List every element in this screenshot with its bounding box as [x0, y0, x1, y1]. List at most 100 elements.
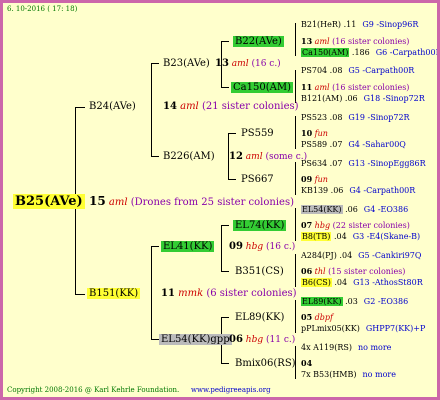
g3-node[interactable]: B351(CS)	[233, 266, 286, 277]
ancestor-mark: hbg	[312, 221, 331, 230]
ancestor-value: .07	[327, 159, 343, 168]
ancestor-ref: G4 -Sahar00Q	[348, 140, 406, 149]
ancestor-name: 13	[301, 36, 313, 46]
date-stamp: 6. 10-2016 ( 17: 18)	[7, 5, 78, 13]
ancestor-ref: no more	[362, 370, 396, 379]
g2-node[interactable]: EL41(KK)	[161, 241, 215, 252]
ancestor-ref: G9 -Sinop96R	[362, 20, 419, 29]
g3-node[interactable]: B22(AVe)	[233, 36, 284, 47]
ancestor-row[interactable]: 4x A119(RS) no more	[301, 343, 391, 352]
g2-info: 12 aml (some c.)	[229, 151, 308, 162]
ancestor-row[interactable]: 10 fun	[301, 128, 328, 138]
ancestor-name: 07	[301, 220, 313, 230]
pedigree-frame: 6. 10-2016 ( 17: 18) Copyright 2008-2016…	[0, 0, 440, 400]
ancestor-row[interactable]: PS523 .08 G19 -Sinop72R	[301, 113, 410, 122]
ancestor-row[interactable]: PS589 .07 G4 -Sahar00Q	[301, 140, 406, 149]
g2-node[interactable]: B23(AVe)	[161, 58, 212, 69]
ancestor-value: .06	[328, 186, 344, 195]
ancestor-name: 06	[301, 266, 313, 276]
ancestor-name: EL54(KK)	[301, 205, 343, 214]
ancestor-ref: G13 -SinopEgg86R	[348, 159, 426, 168]
g2-info: 09 hbg (16 c.)	[229, 241, 296, 252]
g2-info: 06 hbg (11 c.)	[229, 334, 296, 345]
g1-info: 11 mmk (6 sister colonies)	[161, 288, 297, 299]
ancestor-name: 09	[301, 174, 313, 184]
ancestor-name: pPLmix05(KK)	[301, 324, 360, 333]
g1-info: 14 aml (21 sister colonies)	[163, 101, 299, 112]
g1-note: (6 sister colonies)	[206, 288, 297, 299]
g3-node[interactable]: PS559	[239, 128, 276, 139]
ancestor-row[interactable]: 06 thl (15 sister colonies)	[301, 266, 405, 276]
g3-node[interactable]: Ca150(AM)	[231, 82, 293, 93]
ancestor-value: .186	[349, 48, 370, 57]
ancestor-value: .11	[341, 20, 357, 29]
website-link[interactable]: www.pedigreeapis.org	[191, 386, 271, 394]
ancestor-ref: G3 -E4(Skane-B)	[352, 232, 421, 241]
ancestor-value: .06	[342, 94, 358, 103]
ancestor-row[interactable]: 7x B53(HMB) no more	[301, 370, 396, 379]
ancestor-mark: aml	[312, 37, 330, 46]
ancestor-row[interactable]: 04	[301, 358, 312, 368]
g3-node[interactable]: Bmix06(RS)	[233, 358, 298, 369]
ancestor-row[interactable]: PS704 .08 G5 -Carpath00R	[301, 66, 414, 75]
g2-node[interactable]: B226(AM)	[161, 151, 217, 162]
ancestor-name: KB139	[301, 186, 329, 195]
ancestor-value: .04	[336, 251, 353, 260]
ancestor-mark: thl	[312, 267, 326, 276]
copyright: Copyright 2008-2016 @ Karl Kehrle Founda…	[7, 386, 180, 394]
ancestor-row[interactable]: B21(HeR) .11 G9 -Sinop96R	[301, 20, 418, 29]
ancestor-value: .06	[342, 205, 358, 214]
ancestor-ref: G13 -AthosSt80R	[353, 278, 423, 287]
ancestor-row[interactable]: PS634 .07 G13 -SinopEgg86R	[301, 159, 426, 168]
ancestor-name: 11	[301, 82, 313, 92]
ancestor-row[interactable]: KB139 .06 G4 -Carpath00R	[301, 186, 415, 195]
g1-note: (21 sister colonies)	[201, 101, 299, 112]
ancestor-row[interactable]: B6(CS) .04 G13 -AthosSt80R	[301, 278, 423, 287]
ancestor-ref: G4 -Carpath00R	[349, 186, 416, 195]
ancestor-mark: dbpf	[312, 313, 334, 322]
g1-node[interactable]: B151(KK)	[87, 288, 141, 299]
ancestor-name: PS589	[301, 140, 328, 149]
ancestor-name: B121(AM)	[301, 94, 343, 103]
ancestor-note: (15 sister colonies)	[325, 267, 406, 276]
ancestor-name: B21(HeR)	[301, 20, 342, 29]
ancestor-row[interactable]: 09 fun	[301, 174, 328, 184]
ancestor-mark: fun	[312, 175, 328, 184]
ancestor-row[interactable]: EL89(KK) .03 G2 -EO386	[301, 297, 408, 306]
root-gen: 15	[89, 194, 106, 208]
ancestor-value: .04	[331, 232, 347, 241]
g3-node[interactable]: EL89(KK)	[233, 312, 286, 323]
g3-node[interactable]: PS667	[239, 174, 276, 185]
g3-node[interactable]: EL74(KK)	[233, 220, 287, 231]
g1-gen: 14	[163, 101, 177, 112]
ancestor-ref: GHPP7(KK)+P	[365, 324, 426, 333]
ancestor-ref: G2 -EO386	[363, 297, 409, 306]
ancestor-row[interactable]: pPLmix05(KK) GHPP7(KK)+P	[301, 324, 425, 333]
ancestor-row[interactable]: 07 hbg (22 sister colonies)	[301, 220, 410, 230]
ancestor-row[interactable]: B121(AM) .06 G18 -Sinop72R	[301, 94, 425, 103]
ancestor-row[interactable]: Ca150(AM) .186 G6 -Carpath00R	[301, 48, 437, 57]
root-info: 15 aml (Drones from 25 sister colonies)	[89, 194, 294, 208]
ancestor-name: EL89(KK)	[301, 297, 343, 306]
ancestor-note: (16 sister colonies)	[329, 83, 410, 92]
g1-node[interactable]: B24(AVe)	[87, 101, 138, 112]
ancestor-name: PS704	[301, 66, 328, 75]
root-queen[interactable]: B25(AVe)	[13, 194, 85, 209]
ancestor-row[interactable]: B8(TB) .04 G3 -E4(Skane-B)	[301, 232, 420, 241]
ancestor-ref: G4 -EO386	[363, 205, 409, 214]
ancestor-note: (16 sister colonies)	[329, 37, 410, 46]
ancestor-ref: G5 -Cankiri97Q	[358, 251, 422, 260]
ancestor-row[interactable]: A284(PJ) .04 G5 -Cankiri97Q	[301, 251, 421, 260]
ancestor-row[interactable]: 11 aml (16 sister colonies)	[301, 82, 409, 92]
ancestor-row[interactable]: EL54(KK) .06 G4 -EO386	[301, 205, 408, 214]
root-note: (Drones from 25 sister colonies)	[130, 197, 294, 208]
g1-mark: mmk	[178, 288, 204, 299]
ancestor-value: .04	[331, 278, 348, 287]
ancestor-row[interactable]: 05 dbpf	[301, 312, 333, 322]
ancestor-value: .07	[327, 140, 343, 149]
ancestor-name: PS523	[301, 113, 328, 122]
ancestor-row[interactable]: 13 aml (16 sister colonies)	[301, 36, 409, 46]
g2-node[interactable]: EL54(KK)gpp	[159, 334, 232, 345]
ancestor-value: .03	[342, 297, 358, 306]
ancestor-name: 05	[301, 312, 313, 322]
